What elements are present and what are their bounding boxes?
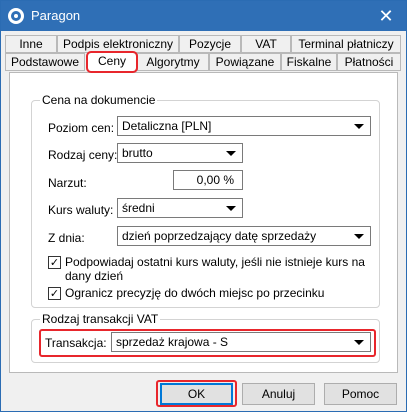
from-day-select[interactable]: dzień poprzedzający datę sprzedaży xyxy=(117,226,371,246)
chevron-down-icon xyxy=(354,124,364,129)
chevron-down-icon xyxy=(226,151,236,156)
tab-vat[interactable]: VAT xyxy=(241,35,291,53)
price-level-label: Poziom cen: xyxy=(48,121,115,135)
markup-label: Narzut: xyxy=(48,176,87,190)
ok-button[interactable]: OK xyxy=(160,383,233,405)
help-button[interactable]: Pomoc xyxy=(324,383,397,405)
limit-precision-checkbox[interactable]: ✓ xyxy=(48,287,61,300)
suggest-rate-text-line2: dany dzień xyxy=(65,269,124,283)
price-level-select[interactable]: Detaliczna [PLN] xyxy=(117,116,371,136)
tab-ceny[interactable]: Ceny xyxy=(86,51,138,73)
transaction-value: sprzedaż krajowa - S xyxy=(116,335,229,349)
price-type-value: brutto xyxy=(122,146,153,160)
price-level-value: Detaliczna [PLN] xyxy=(122,119,212,133)
chevron-down-icon xyxy=(226,206,236,211)
tab-podpis-elektroniczny[interactable]: Podpis elektroniczny xyxy=(57,35,179,53)
price-type-select[interactable]: brutto xyxy=(117,143,243,163)
from-day-label: Z dnia: xyxy=(48,231,85,245)
tab-fiskalne[interactable]: Fiskalne xyxy=(281,53,337,71)
tab-platnosci[interactable]: Płatności xyxy=(337,53,401,71)
window-title: Paragon xyxy=(31,8,81,23)
tab-terminal-platniczy[interactable]: Terminal płatniczy xyxy=(291,35,401,53)
paragon-dialog: Paragon ✕ Inne Podpis elektroniczny Pozy… xyxy=(0,0,407,412)
button-bar: OK Anuluj Pomoc xyxy=(1,374,406,411)
chevron-down-icon xyxy=(354,234,364,239)
limit-precision-text: Ogranicz precyzję do dwóch miejsc po prz… xyxy=(65,286,325,300)
app-logo-icon xyxy=(8,8,24,24)
from-day-value: dzień poprzedzający datę sprzedaży xyxy=(122,229,317,243)
tab-panel-ceny: Cena na dokumencie Poziom cen: Detaliczn… xyxy=(9,72,398,373)
tab-inne[interactable]: Inne xyxy=(5,35,57,53)
tab-powiazane[interactable]: Powiązane xyxy=(209,53,281,71)
markup-input[interactable]: 0,00 % xyxy=(173,170,243,190)
tab-pozycje[interactable]: Pozycje xyxy=(179,35,241,53)
chevron-down-icon xyxy=(354,340,364,345)
transaction-select[interactable]: sprzedaż krajowa - S xyxy=(111,332,371,352)
vat-group-title: Rodzaj transakcji VAT xyxy=(40,312,161,326)
title-bar: Paragon ✕ xyxy=(1,1,406,31)
currency-rate-value: średni xyxy=(122,201,155,215)
tab-algorytmy[interactable]: Algorytmy xyxy=(137,53,209,71)
currency-rate-label: Kurs waluty: xyxy=(48,203,114,217)
suggest-rate-checkbox[interactable]: ✓ xyxy=(48,256,61,269)
price-group-title: Cena na dokumencie xyxy=(40,93,158,107)
close-icon[interactable]: ✕ xyxy=(376,6,396,26)
transaction-label: Transakcja: xyxy=(45,336,107,350)
tab-podstawowe[interactable]: Podstawowe xyxy=(5,53,85,71)
price-type-label: Rodzaj ceny: xyxy=(48,148,118,162)
currency-rate-select[interactable]: średni xyxy=(117,198,243,218)
suggest-rate-text-line1: Podpowiadaj ostatni kurs waluty, jeśli n… xyxy=(65,255,365,269)
cancel-button[interactable]: Anuluj xyxy=(242,383,315,405)
